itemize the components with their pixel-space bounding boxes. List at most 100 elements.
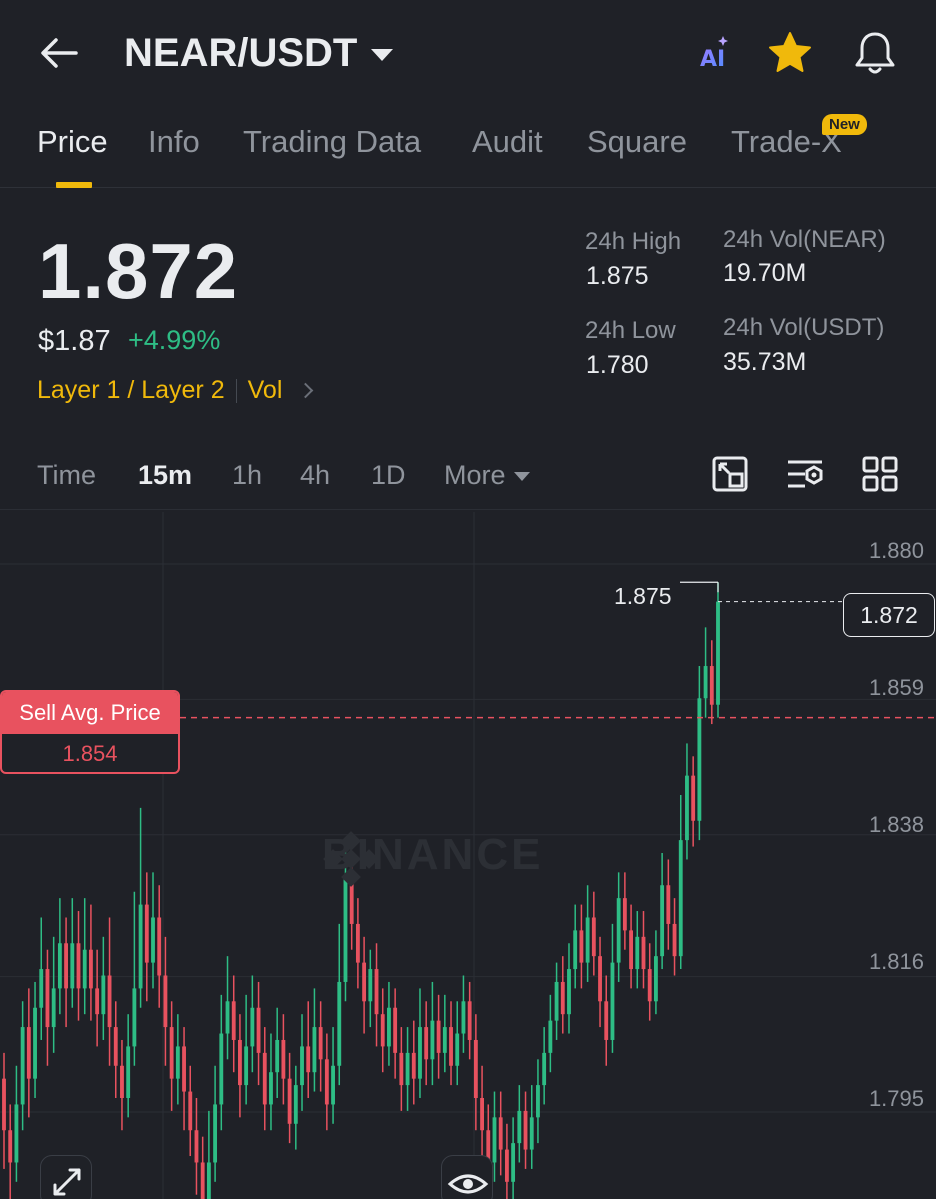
sell-avg-price-value: 1.854 bbox=[62, 741, 118, 766]
candle-body bbox=[188, 1091, 193, 1131]
candle-body bbox=[598, 956, 602, 1002]
candle-body bbox=[604, 1001, 609, 1040]
candle-body bbox=[343, 878, 348, 982]
candle-body bbox=[467, 1001, 472, 1040]
pair-title: NEAR/USDT bbox=[124, 30, 358, 75]
interval-15m[interactable]: 15m bbox=[138, 460, 192, 491]
candle-body bbox=[616, 898, 621, 963]
candle-body bbox=[678, 840, 683, 957]
vol-base-value: 19.70M bbox=[723, 259, 807, 287]
candle-body bbox=[461, 1001, 466, 1034]
candle-body bbox=[151, 917, 155, 963]
candle-body bbox=[517, 1110, 522, 1144]
candle-body bbox=[300, 1046, 304, 1086]
candle-body bbox=[200, 1162, 205, 1199]
candle-body bbox=[101, 975, 106, 1015]
candle-body bbox=[635, 936, 640, 970]
candle-body bbox=[411, 1052, 416, 1079]
category-tags[interactable]: Layer 1 / Layer 2 Vol bbox=[37, 376, 314, 405]
candle-body bbox=[480, 1098, 484, 1131]
candle-body bbox=[548, 1020, 553, 1053]
candle-body bbox=[244, 1046, 249, 1086]
candle-body bbox=[275, 1039, 280, 1073]
chart-type-icon[interactable] bbox=[710, 454, 750, 494]
candle-body bbox=[622, 898, 627, 931]
candle-body bbox=[647, 969, 652, 1002]
candle-body bbox=[399, 1052, 404, 1086]
candle-body bbox=[26, 1027, 31, 1079]
candle-body bbox=[213, 1104, 218, 1163]
candle-body bbox=[542, 1052, 547, 1086]
vol-quote-value: 35.73M bbox=[723, 348, 807, 376]
candle-body bbox=[430, 1020, 435, 1060]
interval-more[interactable]: More bbox=[444, 460, 530, 491]
candle-body bbox=[337, 981, 342, 1066]
candle-body bbox=[424, 1027, 429, 1060]
sell-avg-price-marker[interactable]: Sell Avg. Price 1.854 bbox=[0, 690, 180, 774]
low-24h-label: 24h Low bbox=[585, 317, 676, 344]
high-24h-value: 1.875 bbox=[586, 262, 649, 290]
tab-price[interactable]: Price bbox=[37, 124, 108, 160]
watermark: BINANCE bbox=[322, 830, 543, 887]
candle-body bbox=[113, 1027, 118, 1066]
interval-1h[interactable]: 1h bbox=[232, 460, 262, 491]
back-arrow-icon[interactable] bbox=[36, 30, 82, 76]
tag-vol[interactable]: Vol bbox=[248, 376, 283, 405]
candle-body bbox=[82, 949, 87, 989]
expand-icon bbox=[53, 1168, 81, 1196]
candle-body bbox=[536, 1085, 540, 1118]
candle-body bbox=[374, 969, 379, 1015]
candle-body bbox=[163, 975, 168, 1028]
candle-body bbox=[554, 981, 559, 1021]
chevron-down-icon bbox=[513, 472, 530, 482]
candlestick-chart[interactable]: BINANCE bbox=[0, 512, 936, 1199]
candle-body bbox=[120, 1065, 124, 1098]
y-axis-label: 1.795 bbox=[868, 1086, 924, 1111]
new-badge: New bbox=[822, 114, 867, 135]
fullscreen-button[interactable] bbox=[40, 1155, 92, 1199]
candle-body bbox=[579, 930, 584, 963]
candle-body bbox=[20, 1027, 25, 1105]
candle-body bbox=[653, 956, 658, 1002]
pair-selector[interactable]: NEAR/USDT bbox=[124, 30, 394, 76]
visibility-toggle-button[interactable] bbox=[441, 1155, 493, 1199]
candle-body bbox=[175, 1046, 180, 1079]
candle-body bbox=[157, 917, 162, 976]
grid-layout-icon[interactable] bbox=[860, 454, 900, 494]
tag-category[interactable]: Layer 1 / Layer 2 bbox=[37, 376, 225, 405]
candle-body bbox=[262, 1052, 267, 1105]
candle-body bbox=[660, 885, 665, 957]
high-marker-label: 1.875 bbox=[614, 583, 672, 609]
candle-body bbox=[33, 1007, 37, 1079]
section-tabs: Price Info Trading Data Audit Square Tra… bbox=[0, 112, 936, 188]
interval-time[interactable]: Time bbox=[37, 460, 96, 491]
candle-body bbox=[182, 1046, 186, 1092]
star-icon[interactable] bbox=[765, 28, 815, 78]
candle-body bbox=[666, 885, 671, 924]
candle-body bbox=[703, 666, 708, 699]
candle-body bbox=[610, 962, 615, 1040]
top-bar: NEAR/USDT AI bbox=[0, 0, 936, 104]
candle-body bbox=[585, 917, 590, 963]
interval-4h[interactable]: 4h bbox=[300, 460, 330, 491]
candle-body bbox=[250, 1007, 255, 1047]
candle-body bbox=[672, 923, 677, 957]
candle-body bbox=[393, 1007, 398, 1053]
bell-icon[interactable] bbox=[850, 28, 900, 78]
interval-1d[interactable]: 1D bbox=[371, 460, 406, 491]
tab-info[interactable]: Info bbox=[148, 124, 200, 160]
candle-body bbox=[523, 1110, 528, 1150]
candle-body bbox=[560, 981, 565, 1015]
candle-body bbox=[442, 1027, 447, 1053]
tab-trading-data[interactable]: Trading Data bbox=[243, 124, 421, 160]
candle-body bbox=[231, 1001, 236, 1040]
tab-square[interactable]: Square bbox=[587, 124, 687, 160]
tab-audit[interactable]: Audit bbox=[472, 124, 543, 160]
candle-body bbox=[57, 943, 62, 989]
candle-body bbox=[312, 1027, 317, 1073]
candle-body bbox=[405, 1052, 410, 1086]
candle-body bbox=[306, 1046, 311, 1073]
indicator-settings-icon[interactable] bbox=[785, 454, 825, 494]
ai-icon[interactable]: AI bbox=[690, 28, 740, 78]
candle-body bbox=[629, 930, 634, 970]
